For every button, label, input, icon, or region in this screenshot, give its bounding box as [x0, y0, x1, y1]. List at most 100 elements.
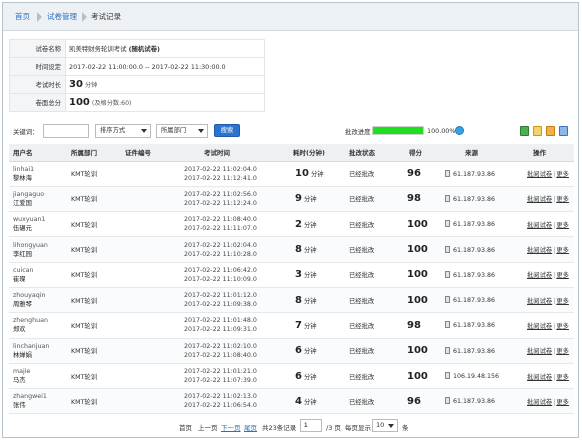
- cert-number-cell: [121, 287, 180, 314]
- more-link[interactable]: 更多: [556, 399, 569, 406]
- score-value: 96: [407, 395, 421, 407]
- col-grading-status[interactable]: 批改状态: [345, 144, 397, 162]
- filter-bar: 关键词： 排序方式 所属部门 搜索 批改进度 100.00%: [3, 124, 578, 140]
- computer-icon: [445, 245, 450, 253]
- score-value: 98: [407, 193, 421, 205]
- review-paper-link[interactable]: 批阅试卷: [527, 272, 552, 279]
- document-icon[interactable]: [533, 126, 542, 136]
- more-link[interactable]: 更多: [556, 298, 569, 305]
- actions-cell: 批阅试卷|更多: [513, 363, 574, 390]
- exam-records-panel: 首页 试卷管理 考试记录 试卷名称 凯美特财务轮训考试 (随机试卷) 时间设定 …: [2, 2, 579, 438]
- source-ip: 61.187.93.86: [453, 170, 496, 178]
- exam-start-time: 2017-02-22 11:06:42.0: [184, 266, 257, 274]
- duration-cell: 9 分钟: [285, 186, 345, 213]
- duration-unit: 分钟: [303, 348, 317, 356]
- grading-status-cell: 已经批改: [345, 236, 397, 263]
- score-value: 100: [407, 294, 428, 306]
- col-exam-time[interactable]: 考试时间: [180, 144, 285, 162]
- last-page-link[interactable]: 尾页: [244, 422, 257, 432]
- review-paper-link[interactable]: 批阅试卷: [527, 247, 552, 254]
- duration-minutes: 9: [295, 193, 302, 205]
- prev-page-link[interactable]: 上一页: [198, 422, 218, 432]
- list-settings-icon[interactable]: [559, 126, 568, 136]
- review-paper-link[interactable]: 批阅试卷: [527, 196, 552, 203]
- duration-unit: 分钟: [303, 297, 317, 305]
- grading-status-cell: 已经批改: [345, 186, 397, 213]
- more-link[interactable]: 更多: [556, 348, 569, 355]
- refresh-icon[interactable]: [455, 126, 464, 135]
- action-divider: |: [553, 171, 556, 179]
- grading-status-cell: 已经批改: [345, 287, 397, 314]
- cert-number-cell: [121, 388, 180, 415]
- col-username[interactable]: 用户名: [9, 144, 67, 162]
- chevron-down-icon: [141, 129, 147, 133]
- col-duration[interactable]: 耗时(分钟): [285, 144, 345, 162]
- paper-name-value: 凯美特财务轮训考试: [69, 45, 127, 53]
- review-paper-link[interactable]: 批阅试卷: [527, 222, 552, 229]
- review-paper-link[interactable]: 批阅试卷: [527, 374, 552, 381]
- duration-unit: 分钟: [310, 171, 324, 179]
- computer-icon: [445, 372, 450, 380]
- cert-number-cell: [121, 211, 180, 238]
- duration-cell: 2 分钟: [285, 211, 345, 238]
- score-cell: 100: [397, 363, 437, 390]
- score-value: 96: [407, 168, 421, 180]
- review-paper-link[interactable]: 批阅试卷: [527, 399, 552, 406]
- col-score[interactable]: 得分: [397, 144, 437, 162]
- grading-status-cell: 已经批改: [345, 161, 397, 187]
- duration-unit: 分钟: [84, 82, 98, 89]
- duration-minutes: 3: [295, 269, 302, 281]
- breadcrumb-paper-manage[interactable]: 试卷管理: [47, 10, 77, 23]
- more-link[interactable]: 更多: [556, 222, 569, 229]
- duration-minutes: 10: [295, 168, 309, 180]
- more-link[interactable]: 更多: [556, 323, 569, 330]
- review-paper-link[interactable]: 批阅试卷: [527, 298, 552, 305]
- duration-minutes: 7: [295, 319, 302, 331]
- more-link[interactable]: 更多: [556, 374, 569, 381]
- source-cell: 61.187.93.86: [437, 186, 513, 213]
- sort-select[interactable]: 排序方式: [95, 124, 151, 138]
- next-page-link[interactable]: 下一页: [221, 422, 241, 432]
- keyword-input[interactable]: [43, 124, 89, 138]
- more-link[interactable]: 更多: [556, 171, 569, 178]
- review-paper-link[interactable]: 批阅试卷: [527, 171, 552, 178]
- exam-time-cell: 2017-02-22 11:06:42.0 2017-02-22 11:10:09…: [180, 262, 285, 288]
- duration-minutes: 8: [295, 294, 302, 306]
- per-page-label: 每页显示: [345, 424, 371, 432]
- col-department[interactable]: 所属部门: [67, 144, 121, 162]
- user-id: cuican: [13, 266, 34, 274]
- more-link[interactable]: 更多: [556, 247, 569, 254]
- duration-minutes: 8: [295, 244, 302, 256]
- department-cell: KMT轮训: [67, 312, 121, 339]
- review-paper-link[interactable]: 批阅试卷: [527, 323, 552, 330]
- more-link[interactable]: 更多: [556, 272, 569, 279]
- department-cell: KMT轮训: [67, 211, 121, 238]
- duration-label: 考试时长: [9, 75, 66, 94]
- more-link[interactable]: 更多: [556, 196, 569, 203]
- exam-start-time: 2017-02-22 11:01:21.0: [184, 368, 257, 376]
- exam-time-cell: 2017-02-22 11:08:40.0 2017-02-22 11:11:07…: [180, 211, 285, 238]
- computer-icon: [445, 346, 450, 354]
- warning-icon[interactable]: [546, 126, 555, 136]
- search-button[interactable]: 搜索: [214, 124, 240, 137]
- review-paper-link[interactable]: 批阅试卷: [527, 348, 552, 355]
- first-page-link[interactable]: 首页: [179, 422, 192, 432]
- col-cert-number[interactable]: 证件编号: [121, 144, 180, 162]
- exam-end-time: 2017-02-22 11:06:54.0: [184, 402, 257, 410]
- duration-minutes: 6: [295, 370, 302, 382]
- page-number-input[interactable]: [300, 419, 322, 432]
- department-select[interactable]: 所属部门: [156, 124, 208, 138]
- per-page-select[interactable]: 10: [372, 419, 398, 432]
- exam-time-cell: 2017-02-22 11:02:04.0 2017-02-22 11:12:41…: [180, 161, 285, 187]
- exam-start-time: 2017-02-22 11:02:04.0: [184, 165, 257, 173]
- user-name: 郑欢: [13, 326, 26, 334]
- exam-end-time: 2017-02-22 11:12:24.0: [184, 199, 257, 207]
- action-divider: |: [553, 221, 556, 229]
- table-row: cuican 崔璨 KMT轮训 2017-02-22 11:06:42.0 2017-0…: [9, 262, 574, 288]
- table-row: majie 马杰 KMT轮训 2017-02-22 11:01:21.0 2017-02…: [9, 363, 574, 390]
- score-cell: 100: [397, 211, 437, 238]
- breadcrumb-home[interactable]: 首页: [15, 10, 30, 23]
- export-excel-icon[interactable]: [520, 126, 529, 136]
- col-source[interactable]: 来源: [437, 144, 513, 162]
- duration-unit: 分钟: [303, 398, 317, 406]
